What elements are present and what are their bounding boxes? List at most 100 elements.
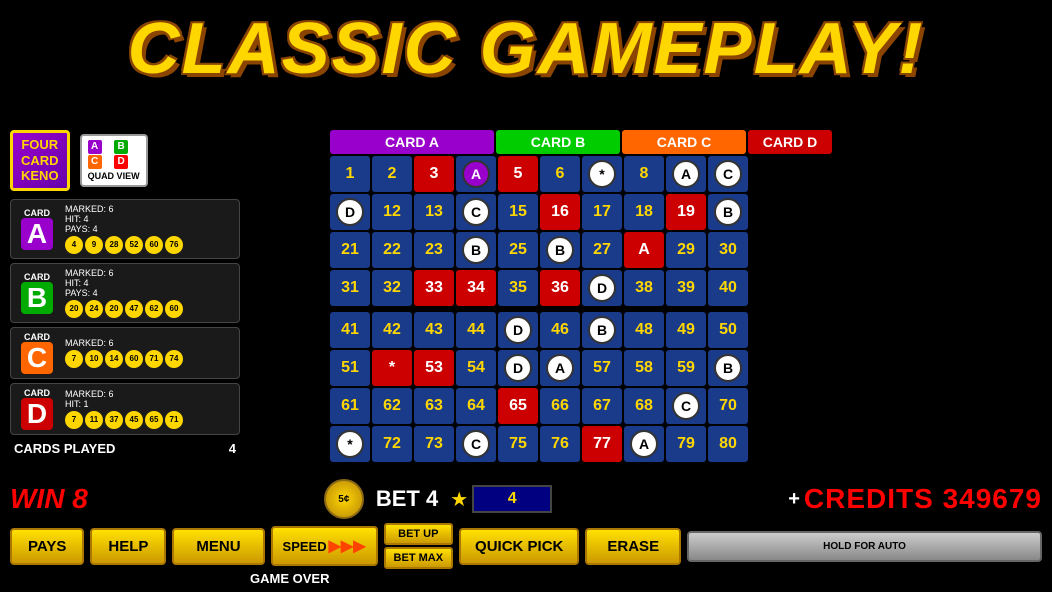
keno-cell-35[interactable]: 35 <box>498 270 538 306</box>
keno-cell-6[interactable]: 6 <box>540 156 580 192</box>
keno-cell-50[interactable]: 50 <box>708 312 748 348</box>
keno-cell-B[interactable]: B <box>582 312 622 348</box>
erase-button[interactable]: ERASE <box>585 528 681 565</box>
keno-cell-46[interactable]: 46 <box>540 312 580 348</box>
menu-button[interactable]: MENU <box>172 528 264 565</box>
win-label: WIN 8 <box>10 483 88 515</box>
keno-cell-73[interactable]: 73 <box>414 426 454 462</box>
keno-cell-42[interactable]: 42 <box>372 312 412 348</box>
plus-icon: + <box>788 488 800 511</box>
keno-cell-D[interactable]: D <box>498 350 538 386</box>
speed-button[interactable]: SPEED ▶▶▶ <box>271 526 378 566</box>
keno-cell-B[interactable]: B <box>540 232 580 268</box>
keno-cell-*[interactable]: * <box>330 426 370 462</box>
bet-max-button[interactable]: BET MAX <box>384 547 454 569</box>
keno-cell-1[interactable]: 1 <box>330 156 370 192</box>
keno-cell-31[interactable]: 31 <box>330 270 370 306</box>
keno-cell-B[interactable]: B <box>708 350 748 386</box>
help-button[interactable]: HELP <box>90 528 166 565</box>
coin-icon: 5¢ <box>324 479 364 519</box>
keno-cell-77[interactable]: 77 <box>582 426 622 462</box>
keno-cell-44[interactable]: 44 <box>456 312 496 348</box>
keno-cell-5[interactable]: 5 <box>498 156 538 192</box>
keno-cell-D[interactable]: D <box>330 194 370 230</box>
keno-cell-25[interactable]: 25 <box>498 232 538 268</box>
card-c-num4: 60 <box>125 350 143 368</box>
keno-cell-64[interactable]: 64 <box>456 388 496 424</box>
keno-cell-A[interactable]: A <box>624 426 664 462</box>
keno-cell-57[interactable]: 57 <box>582 350 622 386</box>
keno-cell-65[interactable]: 65 <box>498 388 538 424</box>
keno-cell-27[interactable]: 27 <box>582 232 622 268</box>
keno-cell-49[interactable]: 49 <box>666 312 706 348</box>
keno-cell-A[interactable]: A <box>456 156 496 192</box>
keno-cell-62[interactable]: 62 <box>372 388 412 424</box>
bet-up-button[interactable]: BET UP <box>384 523 454 545</box>
keno-cell-*[interactable]: * <box>582 156 622 192</box>
keno-cell-79[interactable]: 79 <box>666 426 706 462</box>
card-b-num2: 24 <box>85 300 103 318</box>
keno-cell-39[interactable]: 39 <box>666 270 706 306</box>
card-c-letter: C <box>21 342 53 374</box>
keno-cell-63[interactable]: 63 <box>414 388 454 424</box>
keno-cell-75[interactable]: 75 <box>498 426 538 462</box>
keno-cell-16[interactable]: 16 <box>540 194 580 230</box>
keno-cell-3[interactable]: 3 <box>414 156 454 192</box>
keno-cell-C[interactable]: C <box>456 194 496 230</box>
bottom-row-1: WIN 8 5¢ BET 4 ★ 4 + CREDITS 349679 <box>10 479 1042 519</box>
keno-cell-59[interactable]: 59 <box>666 350 706 386</box>
pays-button[interactable]: PAYS <box>10 528 84 565</box>
quick-pick-button[interactable]: QUICK PICK <box>459 528 579 565</box>
keno-cell-80[interactable]: 80 <box>708 426 748 462</box>
keno-cell-67[interactable]: 67 <box>582 388 622 424</box>
keno-cell-58[interactable]: 58 <box>624 350 664 386</box>
keno-cell-22[interactable]: 22 <box>372 232 412 268</box>
keno-cell-17[interactable]: 17 <box>582 194 622 230</box>
keno-cell-41[interactable]: 41 <box>330 312 370 348</box>
keno-cell-61[interactable]: 61 <box>330 388 370 424</box>
hold-for-auto-button[interactable]: HOLD FOR AUTO <box>687 531 1042 562</box>
keno-cell-8[interactable]: 8 <box>624 156 664 192</box>
card-b-info: CARD B MARKED: 6 HIT: 4 PAYS: 4 20 24 20… <box>10 263 240 323</box>
keno-cell-29[interactable]: 29 <box>666 232 706 268</box>
keno-cell-33[interactable]: 33 <box>414 270 454 306</box>
keno-cell-13[interactable]: 13 <box>414 194 454 230</box>
keno-cell-*[interactable]: * <box>372 350 412 386</box>
keno-cell-23[interactable]: 23 <box>414 232 454 268</box>
keno-cell-40[interactable]: 40 <box>708 270 748 306</box>
keno-cell-66[interactable]: 66 <box>540 388 580 424</box>
keno-cell-68[interactable]: 68 <box>624 388 664 424</box>
keno-cell-21[interactable]: 21 <box>330 232 370 268</box>
keno-cell-A[interactable]: A <box>540 350 580 386</box>
keno-cell-30[interactable]: 30 <box>708 232 748 268</box>
keno-cell-32[interactable]: 32 <box>372 270 412 306</box>
keno-cell-D[interactable]: D <box>498 312 538 348</box>
keno-cell-B[interactable]: B <box>708 194 748 230</box>
keno-cell-B[interactable]: B <box>456 232 496 268</box>
keno-cell-C[interactable]: C <box>708 156 748 192</box>
keno-cell-38[interactable]: 38 <box>624 270 664 306</box>
keno-cell-34[interactable]: 34 <box>456 270 496 306</box>
keno-cell-48[interactable]: 48 <box>624 312 664 348</box>
keno-cell-C[interactable]: C <box>456 426 496 462</box>
keno-cell-C[interactable]: C <box>666 388 706 424</box>
keno-cell-43[interactable]: 43 <box>414 312 454 348</box>
keno-cell-12[interactable]: 12 <box>372 194 412 230</box>
keno-cell-53[interactable]: 53 <box>414 350 454 386</box>
keno-cell-15[interactable]: 15 <box>498 194 538 230</box>
keno-cell-76[interactable]: 76 <box>540 426 580 462</box>
keno-cell-D[interactable]: D <box>582 270 622 306</box>
keno-cell-19[interactable]: 19 <box>666 194 706 230</box>
keno-cell-51[interactable]: 51 <box>330 350 370 386</box>
keno-area: CARD A CARD B CARD C CARD D 123A56*8ACD1… <box>330 130 1042 462</box>
keno-cell-36[interactable]: 36 <box>540 270 580 306</box>
keno-cell-A[interactable]: A <box>666 156 706 192</box>
card-a-label: CARD <box>24 208 50 218</box>
keno-cell-18[interactable]: 18 <box>624 194 664 230</box>
keno-cell-54[interactable]: 54 <box>456 350 496 386</box>
keno-cell-2[interactable]: 2 <box>372 156 412 192</box>
keno-cell-72[interactable]: 72 <box>372 426 412 462</box>
keno-cell-A[interactable]: A <box>624 232 664 268</box>
keno-cell-70[interactable]: 70 <box>708 388 748 424</box>
card-d-num2: 11 <box>85 411 103 429</box>
